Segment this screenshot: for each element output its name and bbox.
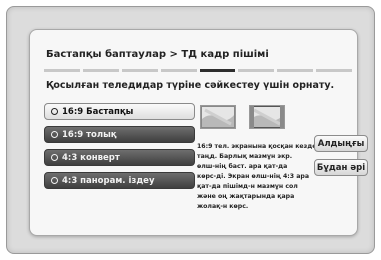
- step-progress: [44, 69, 352, 72]
- description-line: 16:9 тел. экранына қосқан кезде: [197, 143, 317, 150]
- progress-step: [277, 69, 314, 72]
- tv-frame-icon: [200, 105, 236, 129]
- option-4-3-pan-scan[interactable]: 4:3 панорам. іздеу: [44, 172, 195, 189]
- instruction-text: Қосылған теледидар түріне сәйкестеу үшін…: [46, 80, 335, 91]
- screen-frame: Бастапқы баптаулар > ТД кадр пішімі Қосы…: [6, 6, 375, 254]
- progress-step: [160, 69, 197, 72]
- option-label: 4:3 конверт: [62, 152, 120, 163]
- progress-step: [121, 69, 158, 72]
- progress-step: [316, 69, 352, 72]
- option-label: 4:3 панорам. іздеу: [62, 175, 155, 186]
- option-label: 16:9 толық: [62, 129, 117, 140]
- description-line: жолақ-н көрс.: [197, 203, 249, 210]
- radio-icon: [51, 177, 58, 184]
- option-16-9-full[interactable]: 16:9 толық: [44, 126, 195, 143]
- progress-step-current: [199, 69, 236, 72]
- previous-button[interactable]: Алдыңғы: [314, 135, 368, 152]
- description-line: таңд. Барлық мазмұн экр.: [197, 153, 293, 160]
- next-button[interactable]: Бұдан әрі: [314, 159, 368, 176]
- radio-icon: [51, 154, 58, 161]
- description-line: көрс-ді. Экран өлш-нің 4:3 ара: [197, 173, 310, 180]
- description-line: өлш-нің баст. ара қат-да: [197, 163, 288, 170]
- progress-step: [82, 69, 119, 72]
- progress-step: [238, 69, 275, 72]
- option-description: 16:9 тел. экранына қосқан кезде таңд. Ба…: [197, 142, 317, 212]
- radio-icon: [51, 131, 58, 138]
- tv-frame-icon: [249, 105, 285, 129]
- page-title: Бастапқы баптаулар > ТД кадр пішімі: [46, 49, 269, 60]
- description-line: және оң жақтарында қара: [197, 193, 295, 200]
- description-line: қат-да пішімд-н мазмұн сол: [197, 183, 298, 190]
- progress-step: [44, 69, 80, 72]
- option-16-9-original[interactable]: 16:9 Бастапқы: [44, 103, 195, 120]
- setup-dialog: Бастапқы баптаулар > ТД кадр пішімі Қосы…: [29, 29, 368, 236]
- option-4-3-letterbox[interactable]: 4:3 конверт: [44, 149, 195, 166]
- radio-selected-icon: [51, 108, 58, 115]
- option-label: 16:9 Бастапқы: [62, 106, 134, 117]
